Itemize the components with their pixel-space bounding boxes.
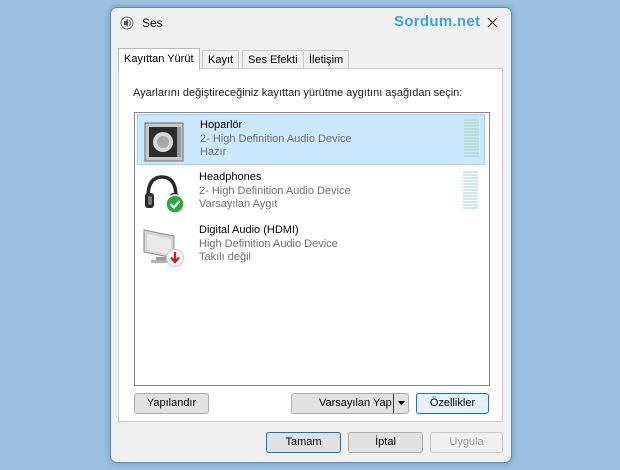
tab-communications[interactable]: İletişim — [303, 50, 350, 69]
title-bar[interactable]: Ses Sordum.net — [111, 8, 511, 38]
properties-label: Özellikler — [429, 397, 476, 409]
close-icon — [487, 17, 498, 28]
tab-recording[interactable]: Kayıt — [202, 50, 240, 69]
device-status: Takılı değil — [199, 251, 251, 263]
tab-sound-effects[interactable]: Ses Efekti — [242, 50, 304, 69]
cancel-button[interactable]: İptal — [348, 432, 423, 453]
ok-label: Tamam — [285, 436, 322, 448]
configure-button[interactable]: Yapılandır — [134, 393, 209, 414]
chevron-down-icon — [398, 401, 405, 406]
window-title: Ses — [142, 16, 163, 30]
device-item-speaker[interactable]: Hoparlör 2- High Definition Audio Device… — [137, 114, 485, 165]
close-button[interactable] — [481, 12, 505, 34]
playback-panel: Ayarlarını değiştireceğiniz kayıttan yür… — [118, 68, 503, 422]
apply-button[interactable]: Uygula — [430, 432, 503, 453]
ok-button[interactable]: Tamam — [266, 432, 341, 453]
set-default-label: Varsayılan Yap — [319, 397, 392, 409]
device-item-headphones[interactable]: Headphones 2- High Definition Audio Devi… — [137, 167, 485, 218]
device-status: Varsayılan Aygıt — [199, 198, 278, 210]
device-name: Hoparlör — [200, 119, 243, 131]
apply-label: Uygula — [449, 436, 484, 448]
set-default-dropdown[interactable] — [393, 394, 408, 413]
device-driver: 2- High Definition Audio Device — [199, 185, 351, 197]
device-list[interactable]: Hoparlör 2- High Definition Audio Device… — [134, 112, 490, 386]
device-name: Headphones — [199, 171, 262, 183]
speaker-icon — [144, 122, 184, 162]
watermark: Sordum.net — [394, 13, 481, 30]
headphones-icon — [145, 175, 185, 214]
configure-label: Yapılandır — [146, 397, 197, 409]
set-default-button[interactable]: Varsayılan Yap — [291, 393, 409, 414]
device-driver: 2- High Definition Audio Device — [200, 133, 352, 145]
cancel-label: İptal — [375, 436, 396, 448]
sound-dialog: Ses Sordum.net Kayıttan Yürüt Kayıt Ses … — [110, 7, 512, 463]
volume-meter — [464, 119, 479, 158]
device-name: Digital Audio (HDMI) — [199, 224, 299, 236]
device-status: Hazır — [200, 146, 227, 158]
properties-button[interactable]: Özellikler — [416, 393, 489, 414]
device-item-hdmi[interactable]: Digital Audio (HDMI) High Definition Aud… — [137, 220, 485, 271]
sound-app-icon — [120, 16, 134, 30]
instruction-text: Ayarlarını değiştireceğiniz kayıttan yür… — [133, 87, 463, 99]
volume-meter — [463, 171, 478, 210]
monitor-icon — [143, 229, 184, 267]
default-check-icon — [165, 194, 185, 214]
tab-playback[interactable]: Kayıttan Yürüt — [118, 48, 200, 70]
device-driver: High Definition Audio Device — [199, 238, 338, 250]
